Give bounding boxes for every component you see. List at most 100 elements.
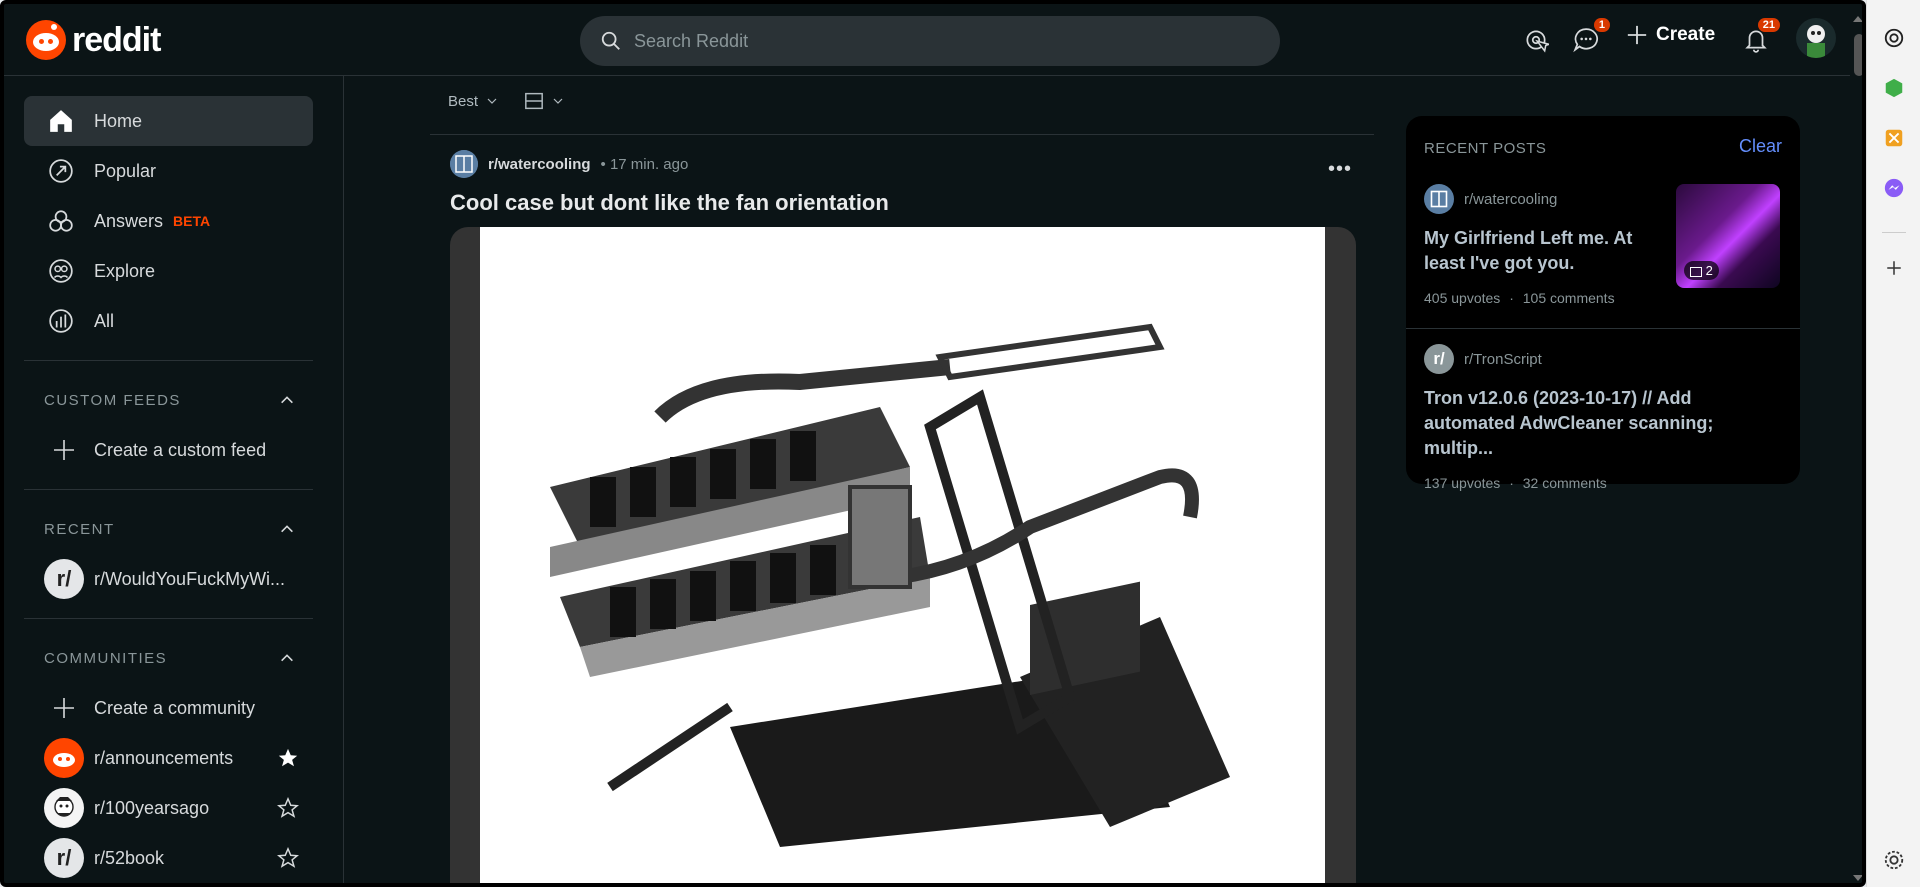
recent-post-item[interactable]: r/ r/TronScript Tron v12.0.6 (2023-10-17… — [1424, 344, 1784, 491]
subreddit-icon[interactable] — [450, 150, 478, 178]
extension-cube-icon[interactable] — [1882, 76, 1906, 100]
browser-window: reddit 1 Create 21 Home — [0, 0, 1866, 887]
community-label: r/announcements — [94, 747, 234, 768]
sidebar-divider — [24, 360, 313, 361]
recent-post-comments: 105 comments — [1522, 290, 1615, 306]
recent-header[interactable]: RECENT — [24, 504, 313, 554]
section-title: RECENT — [44, 520, 115, 538]
settings-gear-icon[interactable] — [1882, 848, 1906, 872]
recent-item[interactable]: r/ r/WouldYouFuckMyWi... — [24, 554, 313, 604]
create-label: Create — [1656, 24, 1716, 45]
advertise-icon[interactable] — [1520, 24, 1552, 56]
create-custom-feed[interactable]: Create a custom feed — [24, 425, 313, 475]
nav-label: Home — [94, 110, 143, 131]
post-meta: r/watercooling • 17 min. ago — [450, 150, 688, 178]
community-avatar-icon — [44, 788, 84, 828]
section-title: COMMUNITIES — [44, 649, 168, 667]
chevron-up-icon — [281, 525, 293, 533]
nav-explore[interactable]: Explore — [24, 246, 313, 296]
view-dropdown[interactable] — [524, 92, 564, 110]
search-icon — [601, 31, 620, 50]
section-title: CUSTOM FEEDS — [44, 391, 181, 409]
notifications-badge: 21 — [1757, 18, 1780, 32]
chevron-down-icon — [487, 98, 497, 104]
gallery-count: 2 — [1684, 261, 1719, 280]
notifications-bell-icon[interactable]: 21 — [1740, 18, 1780, 56]
search-input[interactable] — [634, 30, 1234, 52]
left-sidebar: Home Popular Answers BETA Explore All CU… — [4, 76, 344, 883]
messenger-icon[interactable] — [1882, 176, 1906, 200]
browser-side-rail — [1866, 0, 1920, 887]
star-outline-icon[interactable] — [277, 797, 299, 819]
nav-popular[interactable]: Popular — [24, 146, 313, 196]
chat-icon[interactable]: 1 — [1570, 18, 1610, 56]
home-icon — [50, 110, 72, 132]
more-options-icon[interactable]: ••• — [1328, 158, 1352, 181]
logo-text: reddit — [72, 20, 161, 59]
recent-post-subreddit[interactable]: r/watercooling — [1424, 184, 1664, 214]
post-time: • 17 min. ago — [600, 155, 689, 173]
post-card[interactable]: r/watercooling • 17 min. ago ••• Cool ca… — [430, 142, 1374, 883]
copilot-icon[interactable] — [1882, 26, 1906, 50]
sort-label: Best — [448, 92, 479, 110]
community-label: r/52book — [94, 847, 165, 868]
search-bar[interactable] — [580, 16, 1280, 66]
create-button[interactable]: Create — [1626, 24, 1715, 46]
reddit-logo[interactable]: reddit — [26, 20, 161, 60]
community-item[interactable]: r/100yearsago — [24, 783, 313, 833]
nav-home[interactable]: Home — [24, 96, 313, 146]
subreddit-icon — [1424, 184, 1454, 214]
feed-controls: Best — [448, 92, 564, 110]
recent-post-comments: 32 comments — [1522, 475, 1607, 491]
recent-post-item[interactable]: r/watercooling My Girlfriend Left me. At… — [1424, 184, 1664, 306]
stats-separator: · — [1509, 475, 1514, 491]
create-custom-feed-label: Create a custom feed — [94, 439, 267, 460]
recent-post-thumbnail[interactable]: 2 — [1676, 184, 1780, 288]
communities-header[interactable]: COMMUNITIES — [24, 633, 313, 683]
explore-icon — [49, 259, 73, 283]
recent-post-subreddit[interactable]: r/ r/TronScript — [1424, 344, 1784, 374]
scrollbar-thumb[interactable] — [1854, 34, 1862, 76]
gallery-count-value: 2 — [1705, 263, 1713, 278]
chevron-down-icon — [553, 98, 563, 104]
plus-icon — [1627, 25, 1647, 45]
stats-separator: · — [1509, 290, 1514, 306]
all-icon — [49, 309, 73, 333]
star-outline-icon[interactable] — [277, 847, 299, 869]
create-community[interactable]: Create a community — [24, 683, 313, 733]
sidebar-divider — [24, 489, 313, 490]
page-scrollbar[interactable] — [1850, 4, 1866, 885]
gallery-icon — [1690, 266, 1702, 277]
scroll-up-arrow-icon[interactable] — [1850, 12, 1866, 26]
community-item[interactable]: r/announcements — [24, 733, 313, 783]
recent-posts-divider — [1406, 328, 1800, 329]
reddit-snoo-icon — [26, 20, 66, 60]
recent-post-title[interactable]: Tron v12.0.6 (2023-10-17) // Add automat… — [1424, 386, 1784, 461]
beta-badge: BETA — [173, 213, 211, 229]
extension-tools-icon[interactable] — [1882, 126, 1906, 150]
clear-recent-button[interactable]: Clear — [1739, 136, 1782, 157]
nav-answers[interactable]: Answers BETA — [24, 196, 313, 246]
post-image — [480, 227, 1325, 883]
post-media[interactable] — [450, 227, 1356, 883]
post-title[interactable]: Cool case but dont like the fan orientat… — [450, 190, 889, 216]
recent-post-stats: 405 upvotes · 105 comments — [1424, 290, 1664, 306]
subreddit-default-icon: r/ — [44, 838, 84, 878]
card-view-icon — [525, 92, 543, 110]
recent-post-stats: 137 upvotes · 32 comments — [1424, 475, 1784, 491]
scroll-down-arrow-icon[interactable] — [1850, 871, 1866, 885]
user-avatar[interactable] — [1796, 18, 1836, 58]
nav-all[interactable]: All — [24, 296, 313, 346]
sort-dropdown[interactable]: Best — [448, 93, 498, 110]
answers-icon — [49, 210, 73, 232]
custom-feeds-header[interactable]: CUSTOM FEEDS — [24, 375, 313, 425]
top-header: reddit 1 Create 21 — [4, 4, 1862, 76]
nav-label: All — [94, 310, 115, 331]
recent-post-subreddit-name: r/TronScript — [1464, 350, 1542, 368]
community-item[interactable]: r/ r/52book — [24, 833, 313, 883]
recent-post-title[interactable]: My Girlfriend Left me. At least I've got… — [1424, 226, 1664, 276]
post-subreddit[interactable]: r/watercooling — [488, 156, 591, 173]
add-icon[interactable] — [1882, 256, 1906, 280]
star-filled-icon[interactable] — [277, 747, 299, 769]
community-label: r/100yearsago — [94, 797, 210, 818]
